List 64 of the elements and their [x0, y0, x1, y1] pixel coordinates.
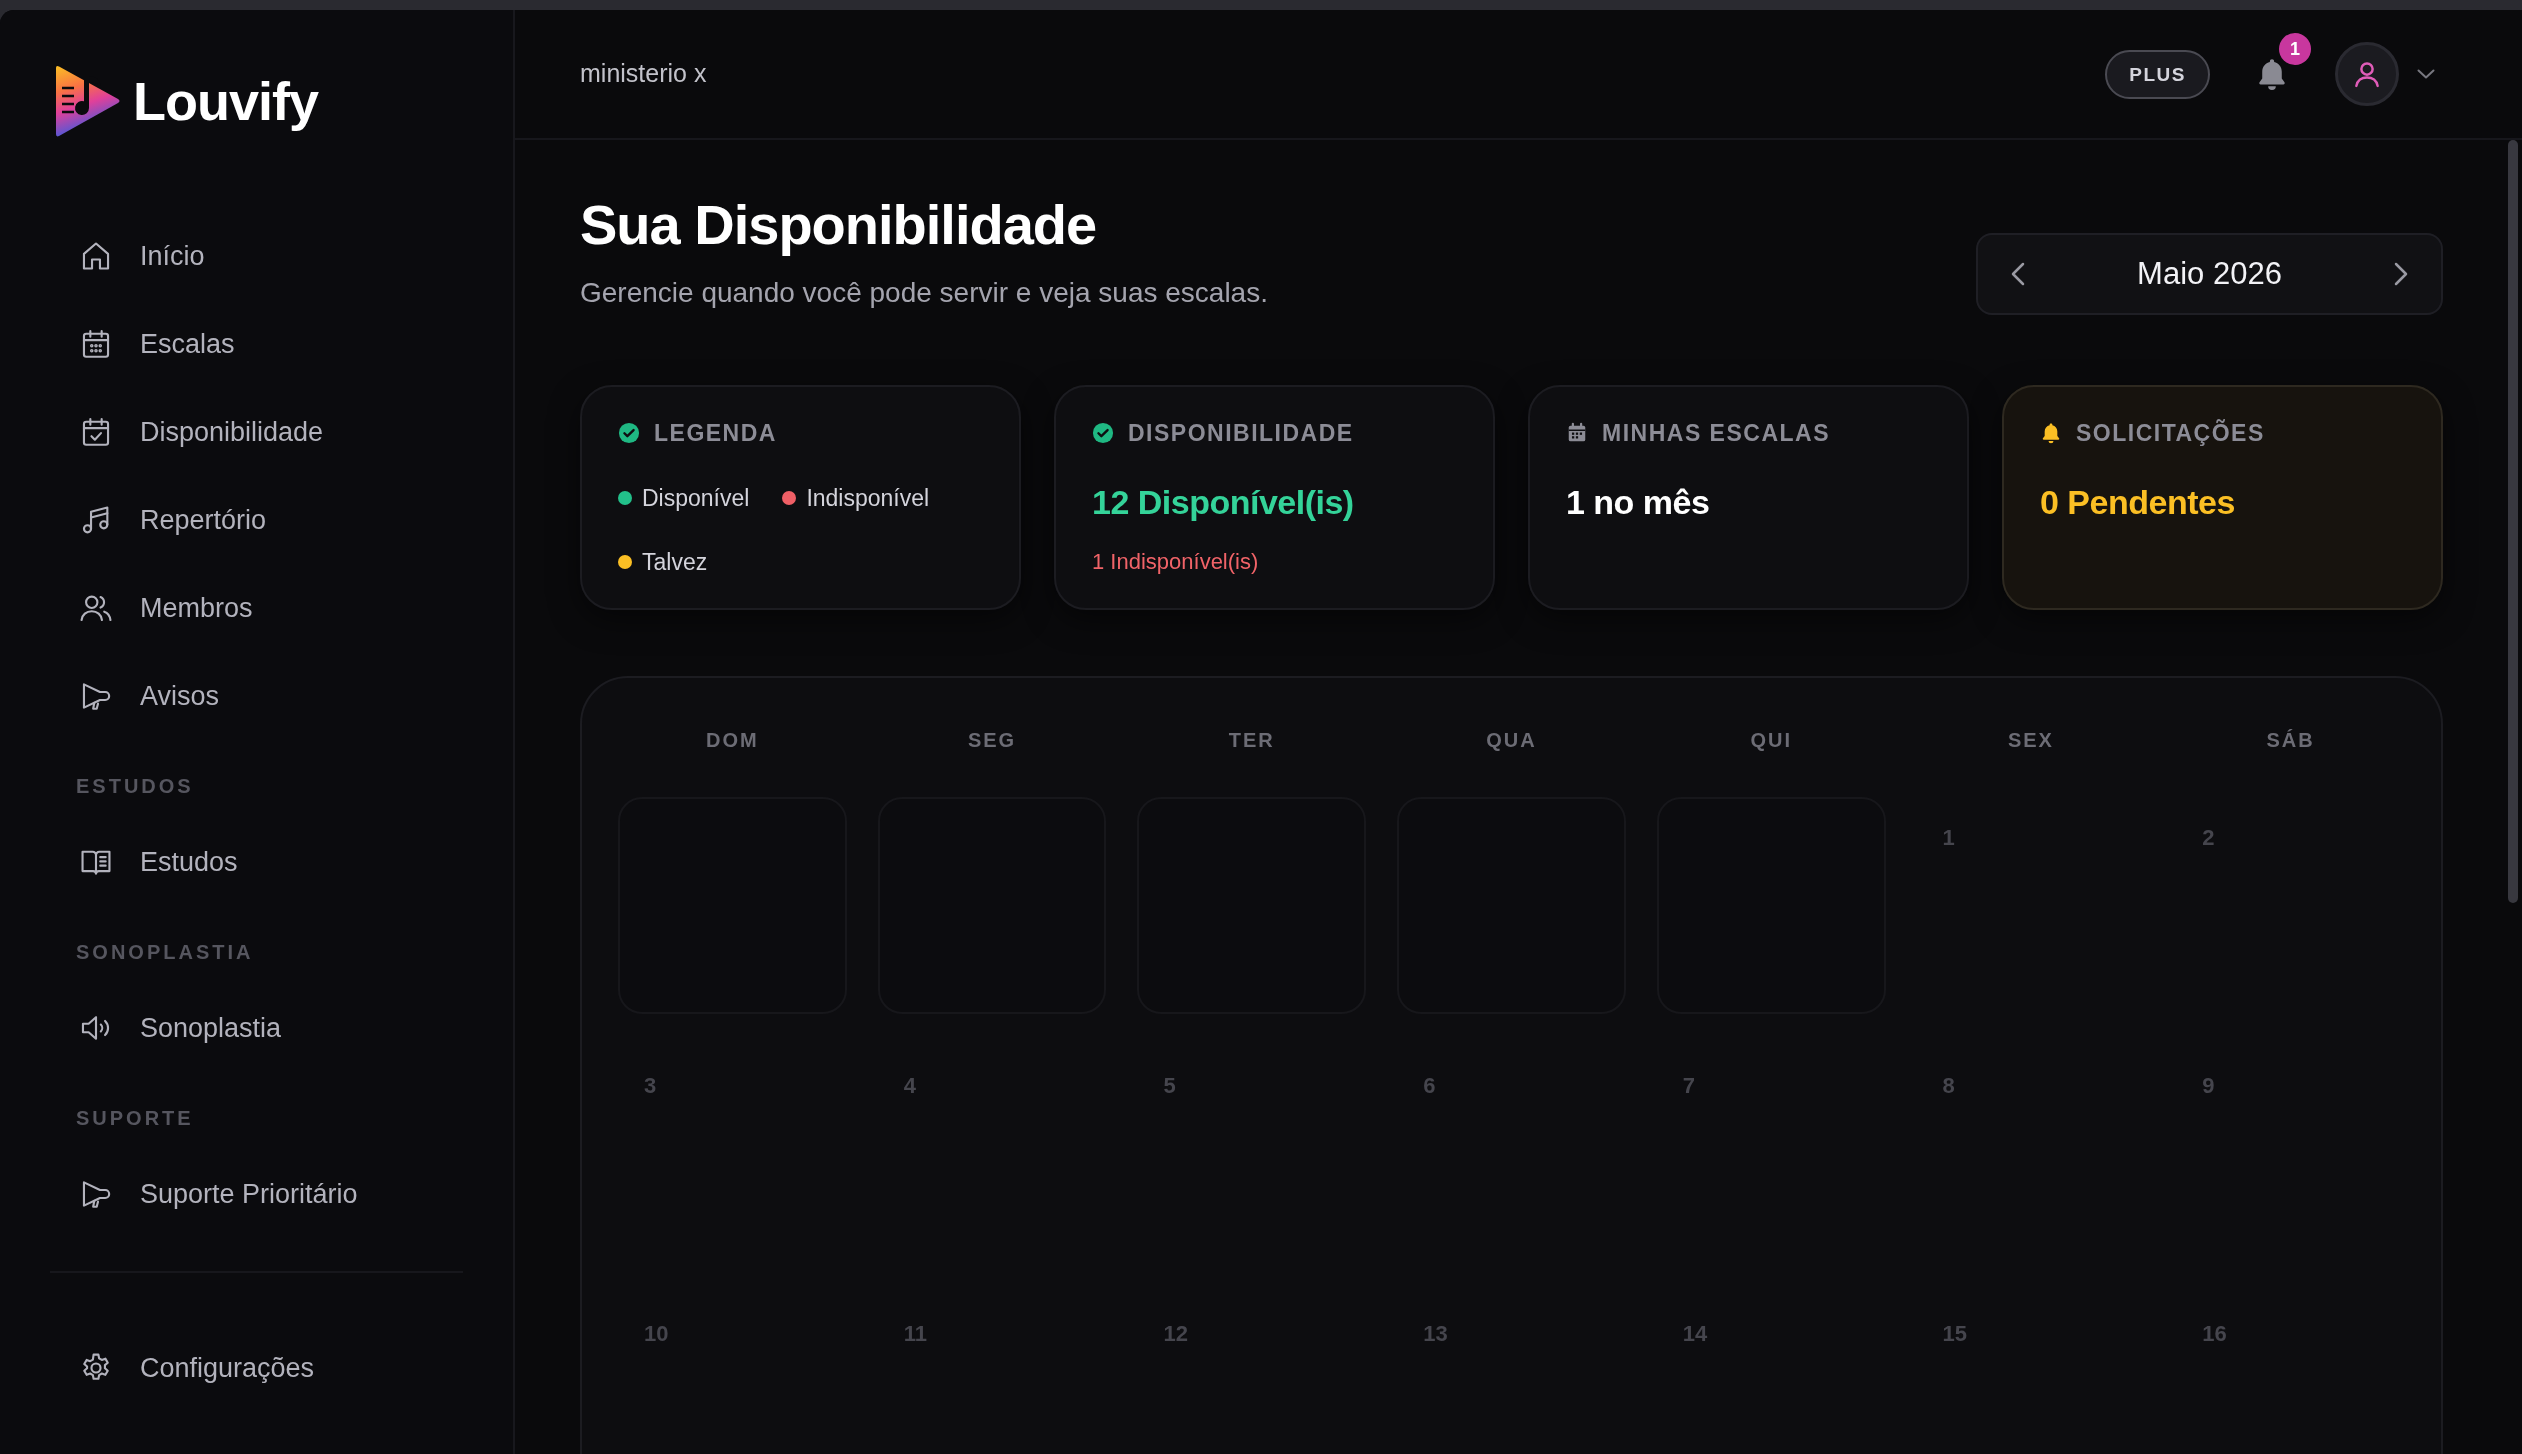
nav-item[interactable]: Escalas [50, 300, 463, 388]
nav-item[interactable]: Suporte Prioritário [50, 1150, 463, 1238]
day-number[interactable]: 11 [903, 1321, 927, 1346]
plan-badge: PLUS [2105, 49, 2210, 99]
day-number[interactable]: 4 [903, 1073, 916, 1098]
day-number[interactable]: 9 [2202, 1073, 2215, 1098]
day-number[interactable]: 15 [1942, 1321, 1968, 1346]
nav-item[interactable]: Início [50, 212, 463, 300]
check-circle-icon [1092, 422, 1114, 444]
stat-note: 1 Indisponível(is) [1092, 548, 1260, 576]
card-title: DISPONIBILIDADE [1128, 421, 1354, 445]
stat-value: 1 no mês [1566, 482, 1711, 522]
bell-icon [2040, 422, 2062, 444]
stat-value: 12 Disponível(is) [1092, 482, 1355, 522]
weekday-label: QUI [1749, 728, 1793, 752]
page-title: Sua Disponibilidade [580, 193, 1098, 257]
workspace-name: ministerio x [580, 58, 707, 90]
scrollbar-thumb[interactable] [2508, 140, 2518, 903]
nav-item[interactable]: Estudos [50, 818, 463, 906]
weekday-label: QUA [1485, 728, 1538, 752]
caret-icon[interactable] [2417, 69, 2435, 79]
month-label: Maio 2026 [2137, 254, 2282, 293]
page-subtitle: Gerencie quando você pode servir e veja suas escalas. [580, 276, 1268, 310]
weekday-label: TER [1227, 728, 1276, 752]
section-heading: ESTUDOS [76, 774, 195, 798]
calendar-icon [1566, 422, 1588, 444]
card-title: SOLICITAÇÕES [2076, 421, 2265, 445]
notification-badge: 1 [2279, 33, 2311, 65]
day-number[interactable]: 2 [2202, 825, 2215, 850]
check-circle-icon [618, 422, 640, 444]
day-number[interactable]: 16 [2202, 1321, 2227, 1346]
weekday-label: SEX [2006, 728, 2055, 752]
day-number[interactable]: 7 [1682, 1073, 1696, 1098]
stat-value: 0 Pendentes [2040, 482, 2236, 522]
weekday-label: SEG [966, 728, 1018, 752]
weekday-label: SÁB [2265, 728, 2316, 752]
nav-item[interactable]: Membros [50, 564, 463, 652]
legend-label: Disponível [642, 483, 750, 513]
day-number[interactable]: 10 [644, 1321, 669, 1346]
nav-item[interactable]: Sonoplastia [50, 984, 463, 1072]
section-heading: SONOPLASTIA [76, 940, 255, 964]
day-number[interactable]: 3 [644, 1073, 657, 1098]
weekday-label: DOM [705, 728, 760, 752]
day-number[interactable]: 12 [1163, 1321, 1188, 1346]
nav-item[interactable]: Configurações [50, 1324, 463, 1412]
brand-name: Louvify [133, 70, 318, 133]
day-number[interactable]: 13 [1423, 1321, 1448, 1346]
day-number[interactable]: 6 [1423, 1073, 1436, 1098]
day-number[interactable]: 8 [1942, 1073, 1955, 1098]
chevron-left-icon [2011, 262, 2025, 286]
day-number[interactable]: 14 [1682, 1321, 1708, 1346]
legend-label: Talvez [642, 547, 708, 577]
card-title: MINHAS ESCALAS [1602, 421, 1830, 445]
chevron-right-icon [2394, 262, 2408, 286]
day-number[interactable]: 1 [1942, 825, 1955, 850]
nav-item[interactable]: Repertório [50, 476, 463, 564]
legend-label: Indisponível [806, 483, 930, 513]
logo-icon [53, 64, 121, 138]
nav-item[interactable]: Avisos [50, 652, 463, 740]
card-title: LEGENDA [654, 421, 777, 445]
section-heading: SUPORTE [76, 1106, 195, 1130]
person-icon [2352, 59, 2382, 89]
day-number[interactable]: 5 [1163, 1073, 1176, 1098]
nav-item[interactable]: Disponibilidade [50, 388, 463, 476]
